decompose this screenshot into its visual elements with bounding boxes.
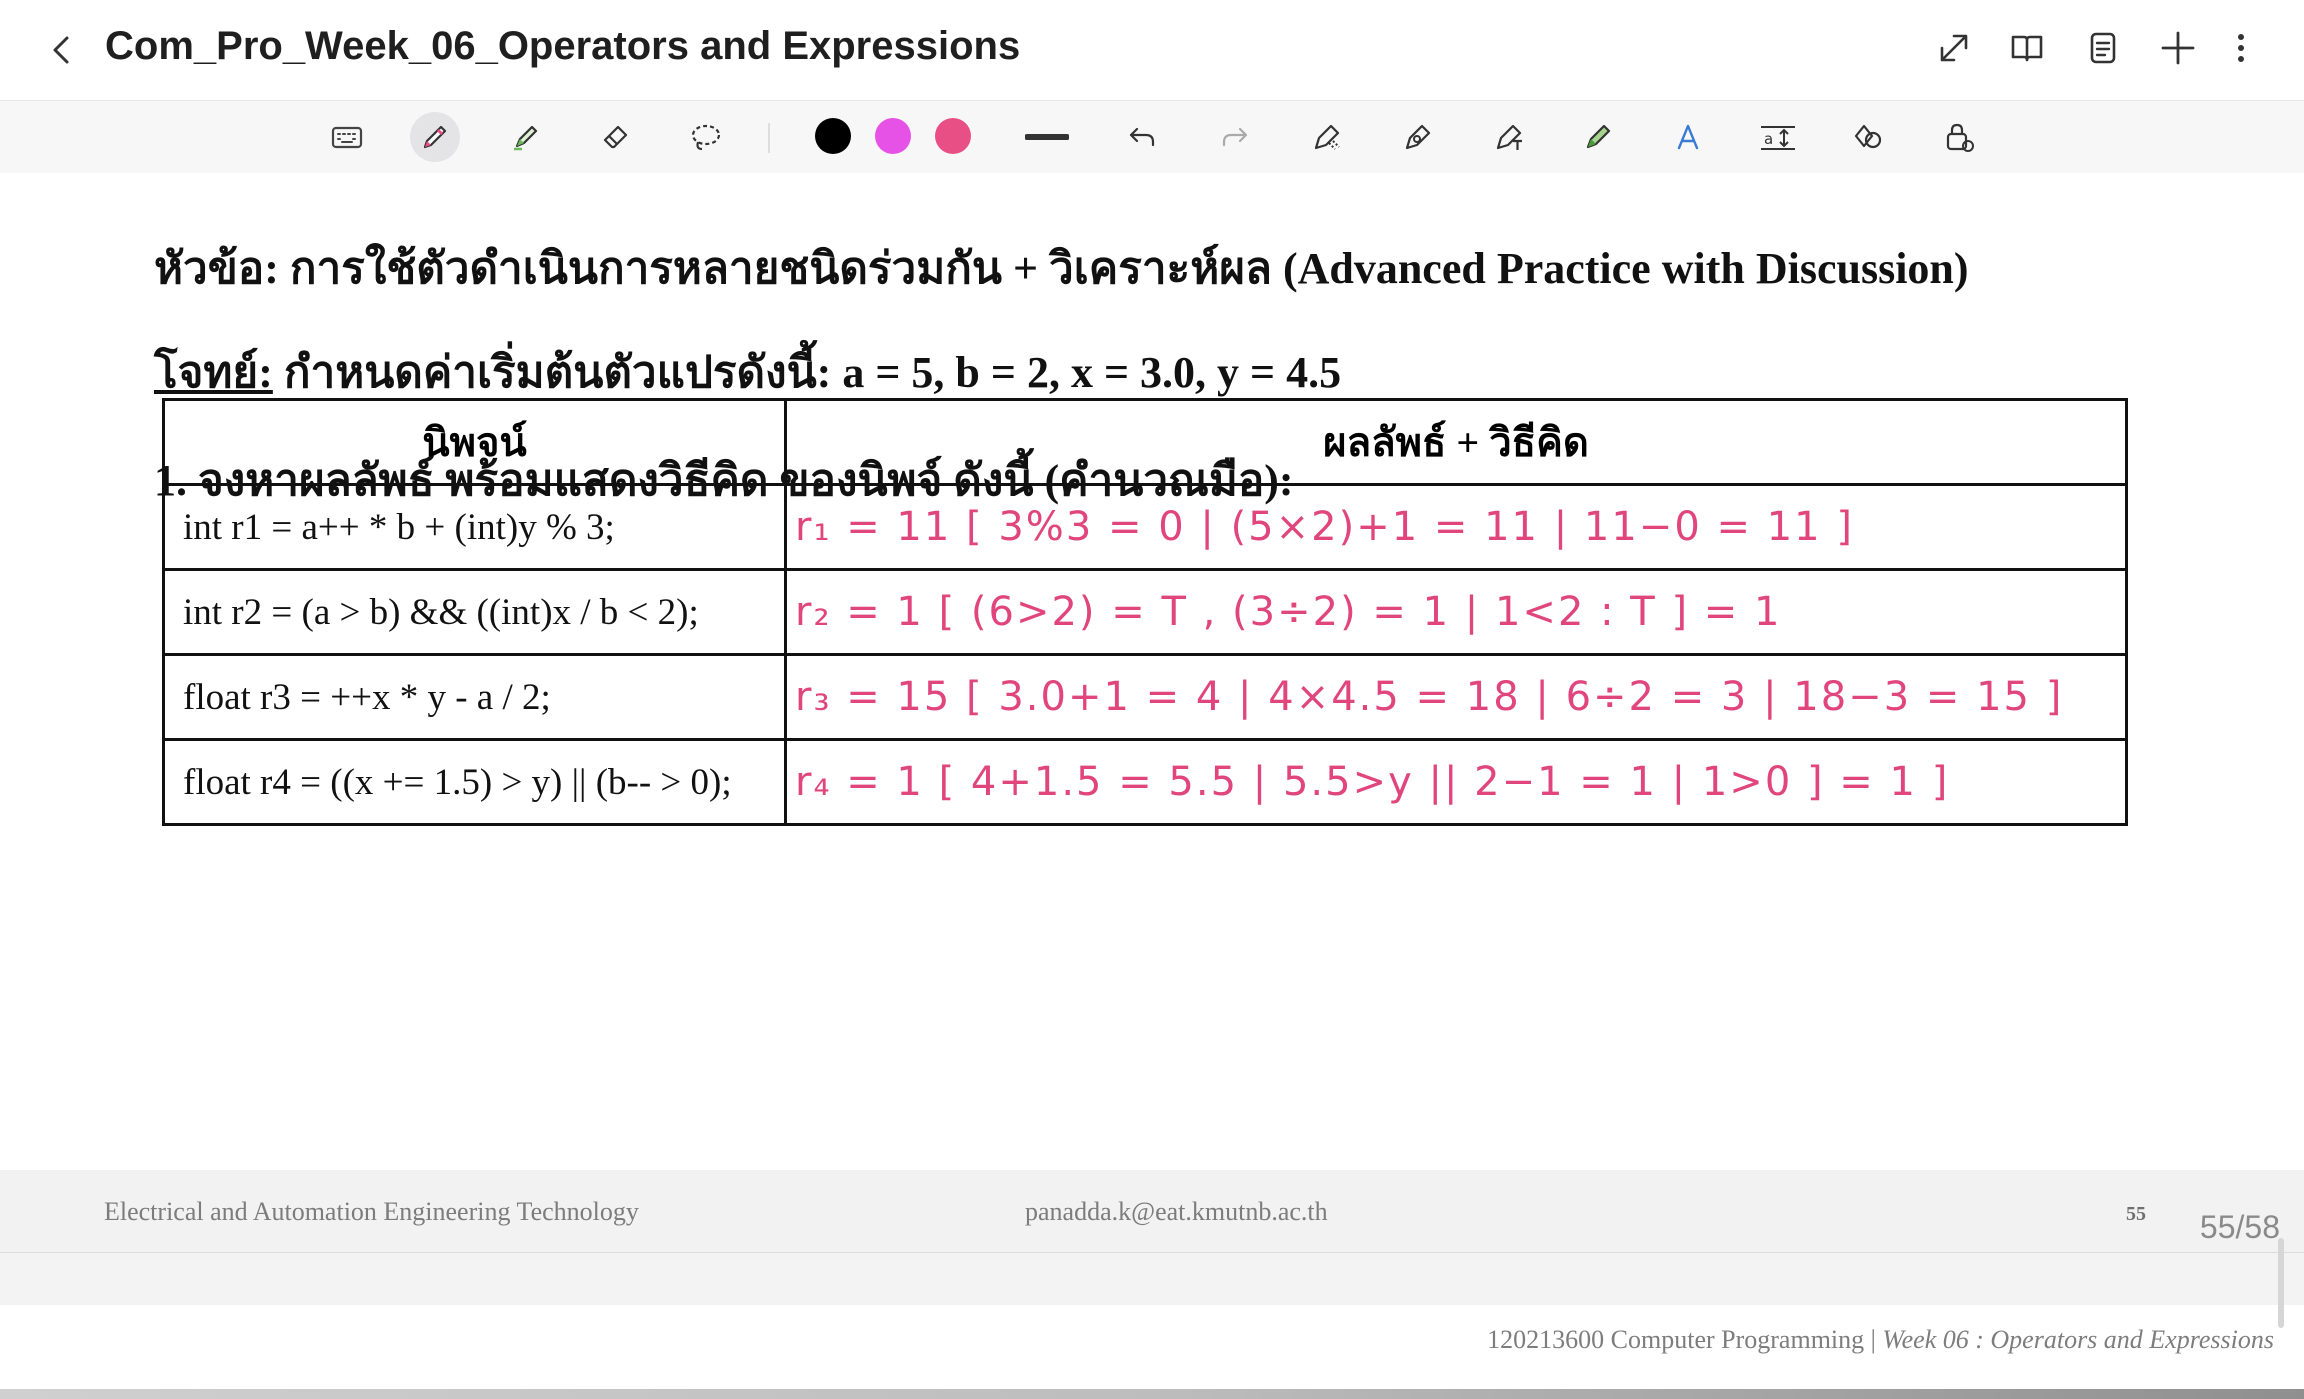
answer-cell: r₁ = 11 [ 3%3 = 0 | (5×2)+1 = 11 | 11−0 … (784, 483, 2128, 571)
scrollbar[interactable] (2278, 1238, 2284, 1328)
pen-icon[interactable] (410, 112, 460, 162)
header-answer: ผลลัพธ์ + วิธีคิด (784, 398, 2128, 486)
course-footer: 120213600 Computer Programming | Week 06… (1487, 1325, 2274, 1355)
color-pink-swatch[interactable] (935, 118, 971, 154)
footer-course: 120213600 Computer Programming | (1487, 1325, 1883, 1354)
keyboard-icon[interactable] (322, 112, 372, 162)
table-row: int r1 = a++ * b + (int)y % 3; r₁ = 11 [… (162, 483, 2128, 571)
top-bar: Com_Pro_Week_06_Operators and Expression… (0, 0, 2304, 100)
handwritten-answer: r₁ = 11 [ 3%3 = 0 | (5×2)+1 = 11 | 11−0 … (795, 504, 1854, 550)
footer-week: Week 06 : Operators and Expressions (1882, 1325, 2274, 1354)
back-chevron-icon[interactable] (40, 28, 84, 72)
slide-problem-heading: โจทย์: กำหนดค่าเริ่มต้นตัวแปรดังนี้: a =… (154, 337, 1341, 407)
answer-cell: r₄ = 1 [ 4+1.5 = 5.5 | 5.5>y || 2−1 = 1 … (784, 738, 2128, 826)
document-title: Com_Pro_Week_06_Operators and Expression… (105, 24, 1021, 68)
page-gap (0, 1253, 2304, 1305)
answer-cell: r₃ = 15 [ 3.0+1 = 4 | 4×4.5 = 18 | 6÷2 =… (784, 653, 2128, 741)
pen-settings-icon[interactable] (1302, 112, 1352, 162)
handwritten-answer: r₂ = 1 [ (6>2) = T , (3÷2) = 1 | 1<2 : T… (795, 589, 1782, 635)
color-black-swatch[interactable] (815, 118, 851, 154)
undo-icon[interactable] (1117, 112, 1167, 162)
shapes-icon[interactable] (1843, 112, 1893, 162)
svg-text:a: a (1764, 130, 1773, 148)
book-icon[interactable] (2005, 26, 2049, 70)
text-pen-icon[interactable] (1484, 112, 1534, 162)
highlighter-icon[interactable] (501, 112, 551, 162)
expression-table: นิพจน์ ผลลัพธ์ + วิธีคิด int r1 = a++ * … (162, 398, 2128, 826)
document-list-icon[interactable] (2081, 26, 2125, 70)
slide-number: 55 (2126, 1203, 2146, 1225)
bottom-edge (0, 1389, 2304, 1399)
table-row: int r2 = (a > b) && ((int)x / b < 2); r₂… (162, 568, 2128, 656)
footer-department: Electrical and Automation Engineering Te… (104, 1197, 639, 1226)
marker-icon[interactable] (1573, 112, 1623, 162)
expression-cell: float r3 = ++x * y - a / 2; (162, 653, 787, 741)
expression-cell: int r1 = a++ * b + (int)y % 3; (162, 483, 787, 571)
table-row: float r4 = ((x += 1.5) > y) || (b-- > 0)… (162, 738, 2128, 826)
toolbar-divider (768, 123, 770, 153)
color-magenta-swatch[interactable] (875, 118, 911, 154)
expression-cell: float r4 = ((x += 1.5) > y) || (b-- > 0)… (162, 738, 787, 826)
annotation-toolbar: a (0, 100, 2304, 174)
handwritten-answer: r₄ = 1 [ 4+1.5 = 5.5 | 5.5>y || 2−1 = 1 … (795, 759, 1950, 805)
problem-text: กำหนดค่าเริ่มต้นตัวแปรดังนี้: a = 5, b =… (272, 348, 1342, 397)
slide-topic-heading: หัวข้อ: การใช้ตัวดำเนินการหลายชนิดร่วมกั… (154, 244, 1969, 293)
eraser-icon[interactable] (591, 112, 641, 162)
more-vertical-icon[interactable] (2219, 26, 2263, 70)
lock-icon[interactable] (1934, 112, 1984, 162)
plus-icon[interactable] (2156, 26, 2200, 70)
redo-icon[interactable] (1210, 112, 1260, 162)
header-expression: นิพจน์ (162, 398, 787, 486)
lasso-icon[interactable] (681, 112, 731, 162)
stroke-width-icon[interactable] (1022, 112, 1072, 162)
handwritten-answer: r₃ = 15 [ 3.0+1 = 4 | 4×4.5 = 18 | 6÷2 =… (795, 674, 2064, 720)
shape-pen-icon[interactable] (1393, 112, 1443, 162)
page-indicator: 55/58 (2199, 1209, 2280, 1245)
text-style-icon[interactable] (1663, 112, 1713, 162)
answer-cell: r₂ = 1 [ (6>2) = T , (3÷2) = 1 | 1<2 : T… (784, 568, 2128, 656)
expand-icon[interactable] (1932, 26, 1976, 70)
footer-email: panadda.k@eat.kmutnb.ac.th (1025, 1197, 1328, 1226)
expression-cell: int r2 = (a > b) && ((int)x / b < 2); (162, 568, 787, 656)
text-size-icon[interactable]: a (1753, 112, 1803, 162)
table-header-row: นิพจน์ ผลลัพธ์ + วิธีคิด (162, 398, 2128, 486)
problem-label: โจทย์: (154, 348, 273, 397)
table-row: float r3 = ++x * y - a / 2; r₃ = 15 [ 3.… (162, 653, 2128, 741)
